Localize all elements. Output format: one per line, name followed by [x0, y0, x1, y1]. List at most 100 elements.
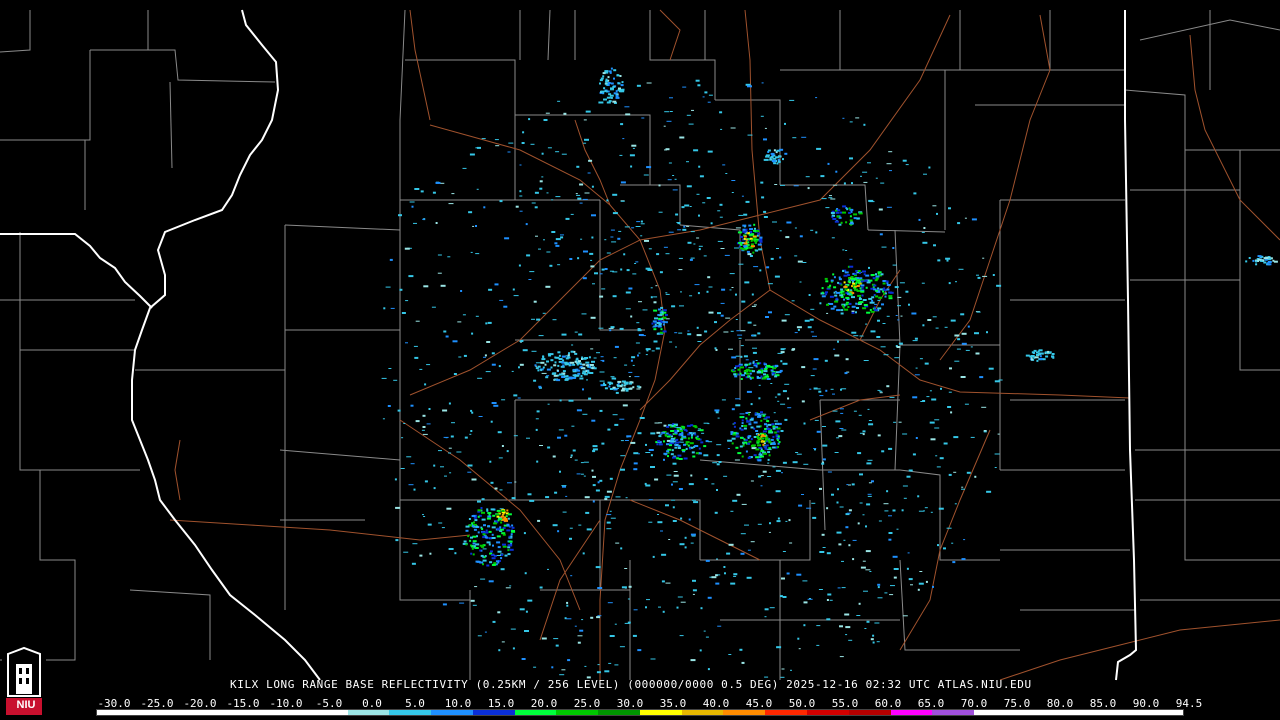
echo-pixel	[740, 436, 743, 439]
echo-pixel	[562, 370, 566, 373]
echo-pixel	[725, 173, 728, 174]
echo-pixel	[415, 320, 420, 322]
echo-pixel	[875, 295, 879, 298]
echo-pixel	[604, 239, 607, 241]
echo-pixel	[600, 90, 605, 93]
echo-pixel	[506, 450, 509, 453]
echo-pixel	[825, 207, 830, 209]
echo-pixel	[735, 293, 737, 296]
echo-pixel	[877, 271, 882, 274]
echo-pixel	[438, 522, 443, 524]
echo-pixel	[921, 231, 925, 233]
echo-pixel	[497, 561, 500, 564]
echo-pixel	[673, 425, 676, 427]
echo-pixel	[524, 572, 527, 575]
echo-pixel	[510, 533, 513, 536]
echo-pixel	[555, 644, 559, 647]
echo-pixel	[688, 123, 694, 125]
echo-pixel	[442, 409, 448, 412]
echo-pixel	[847, 284, 850, 287]
echo-pixel	[615, 90, 618, 93]
echo-pixel	[584, 138, 589, 141]
echo-pixel	[855, 117, 860, 119]
echo-pixel	[558, 429, 564, 431]
echo-pixel	[577, 372, 581, 375]
echo-pixel	[798, 648, 801, 650]
echo-pixel	[486, 517, 491, 520]
echo-pixel	[776, 439, 779, 442]
echo-pixel	[775, 469, 781, 472]
echo-pixel	[1263, 257, 1268, 260]
echo-pixel	[471, 522, 474, 525]
echo-pixel	[838, 435, 843, 438]
echo-pixel	[755, 430, 759, 432]
echo-pixel	[869, 301, 875, 304]
echo-pixel	[606, 514, 612, 516]
echo-pixel	[797, 328, 800, 331]
echo-pixel	[609, 635, 615, 637]
echo-pixel	[777, 393, 781, 396]
echo-pixel	[948, 473, 952, 476]
echo-pixel	[708, 94, 713, 96]
echo-pixel	[499, 200, 503, 203]
echo-pixel	[803, 463, 809, 465]
echo-pixel	[475, 253, 480, 255]
echo-pixel	[704, 478, 708, 480]
echo-pixel	[841, 388, 847, 390]
colorbar-segment	[514, 710, 557, 715]
echo-pixel	[422, 514, 424, 516]
echo-pixel	[956, 348, 961, 350]
echo-pixel	[750, 480, 754, 482]
echo-pixel	[704, 91, 708, 94]
echo-pixel	[757, 444, 761, 447]
echo-pixel	[776, 430, 780, 433]
echo-pixel	[570, 361, 575, 364]
echo-pixel	[731, 287, 734, 288]
echo-pixel	[597, 664, 600, 666]
echo-pixel	[994, 453, 1000, 455]
echo-pixel	[707, 101, 711, 103]
echo-pixel	[859, 502, 863, 504]
echo-pixel	[598, 101, 604, 104]
echo-pixel	[534, 191, 539, 194]
echo-pixel	[690, 659, 696, 662]
echo-pixel	[775, 426, 779, 429]
echo-pixel	[690, 424, 694, 427]
echo-pixel	[486, 541, 491, 544]
echo-pixel	[822, 426, 826, 427]
echo-pixel	[582, 388, 584, 391]
echo-pixel	[819, 487, 822, 490]
echo-pixel	[531, 202, 536, 204]
echo-pixel	[660, 321, 663, 324]
echo-pixel	[470, 536, 473, 539]
echo-pixel	[794, 255, 798, 257]
echo-pixel	[435, 181, 441, 184]
echo-pixel	[822, 547, 826, 548]
echo-pixel	[883, 287, 886, 290]
echo-pixel	[624, 622, 630, 624]
echo-pixel	[680, 438, 684, 441]
echo-pixel	[686, 161, 689, 163]
echo-pixel	[1266, 262, 1269, 265]
echo-pixel	[511, 530, 515, 532]
echo-pixel	[613, 69, 617, 72]
echo-pixel	[502, 533, 506, 536]
echo-pixel	[658, 184, 661, 187]
echo-pixel	[736, 493, 741, 496]
echo-pixel	[689, 442, 694, 445]
echo-pixel	[752, 251, 755, 254]
echo-pixel	[551, 199, 554, 201]
echo-pixel	[857, 281, 860, 284]
echo-pixel	[696, 326, 699, 329]
echo-pixel	[762, 414, 766, 417]
echo-pixel	[821, 533, 825, 536]
echo-pixel	[716, 444, 722, 446]
echo-pixel	[601, 268, 605, 271]
echo-pixel	[671, 499, 676, 501]
echo-pixel	[716, 489, 718, 491]
echo-pixel	[631, 227, 635, 229]
echo-pixel	[859, 272, 861, 274]
echo-pixel	[487, 525, 490, 528]
echo-pixel	[559, 373, 563, 376]
echo-pixel	[821, 462, 825, 465]
